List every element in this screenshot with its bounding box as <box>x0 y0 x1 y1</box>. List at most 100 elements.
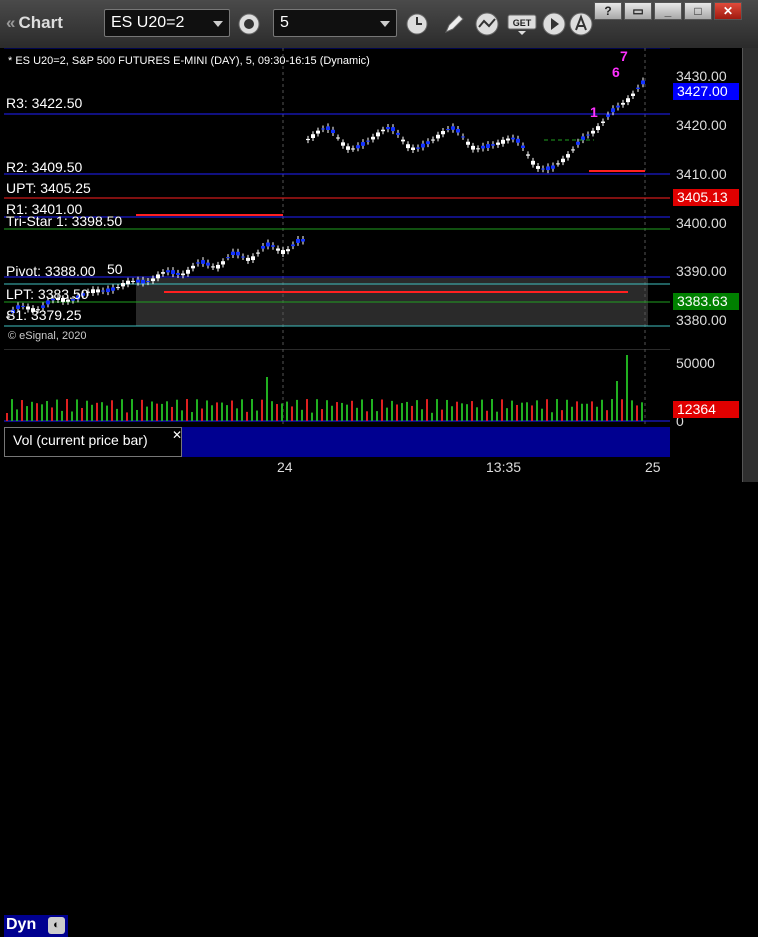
volume-bar <box>91 404 93 421</box>
volume-bar <box>116 408 118 421</box>
draw-button[interactable] <box>439 9 469 39</box>
candle-body <box>486 144 490 148</box>
volume-bar <box>191 412 193 421</box>
price-chart[interactable] <box>4 47 670 348</box>
copyright-text: © eSignal, 2020 <box>8 330 87 342</box>
volume-bar <box>331 405 333 421</box>
volume-bar <box>631 400 633 421</box>
clock-icon <box>406 13 428 35</box>
play-button[interactable] <box>539 9 569 39</box>
volume-bar <box>336 402 338 421</box>
symbol-combo[interactable]: ES U20=2 <box>104 9 230 37</box>
candle-body <box>616 105 620 108</box>
candle-body <box>361 142 365 146</box>
green-price-tag: 3383.63 <box>673 293 739 310</box>
volume-bar <box>591 401 593 421</box>
candle-body <box>256 252 260 254</box>
volume-bar <box>241 399 243 421</box>
volume-bar <box>516 404 518 421</box>
candle-body <box>481 145 485 149</box>
restore-button[interactable]: ▭ <box>624 2 652 20</box>
chart-title[interactable]: «Chart <box>6 13 63 33</box>
candle-body <box>411 147 415 150</box>
candle-body <box>326 126 330 130</box>
volume-bar <box>216 402 218 421</box>
price-tick: 3400.00 <box>676 215 727 231</box>
settings-button[interactable] <box>234 9 264 39</box>
s1-label: S1: 3379.25 <box>6 307 82 323</box>
volume-bar <box>526 402 528 421</box>
interval-combo[interactable]: 5 <box>273 9 397 37</box>
last-price-tag: 3427.00 <box>673 83 739 100</box>
volume-bar <box>626 355 628 421</box>
volume-bar <box>181 410 183 421</box>
help-button[interactable]: ? <box>594 2 622 20</box>
volume-bar <box>521 402 523 421</box>
volume-bar <box>491 399 493 421</box>
candle-body <box>126 280 130 285</box>
dyn-button[interactable]: Dyn ◐ <box>4 915 68 937</box>
volume-bar <box>6 413 8 421</box>
candle-body <box>311 134 315 138</box>
candle-body <box>306 138 310 141</box>
price-tick: 3390.00 <box>676 263 727 279</box>
price-tick: 3430.00 <box>676 68 727 84</box>
fifty-label: 50 <box>107 261 123 277</box>
time-button[interactable] <box>402 9 432 39</box>
candle-body <box>136 279 140 283</box>
volume-bar <box>351 400 353 421</box>
candle-body <box>456 129 460 133</box>
candle-body <box>271 245 275 247</box>
candle-body <box>176 272 180 275</box>
volume-bar <box>111 400 113 421</box>
chevron-down-icon[interactable] <box>380 21 390 27</box>
volume-study-header[interactable]: Vol (current price bar) <box>4 427 182 457</box>
volume-bar <box>266 377 268 421</box>
volume-bar <box>171 406 173 421</box>
price-chart-svg <box>4 47 670 348</box>
volume-bar <box>576 401 578 421</box>
volume-bar <box>356 407 358 421</box>
right-scrollbar[interactable] <box>742 48 758 482</box>
maximize-button[interactable]: □ <box>684 2 712 20</box>
volume-bar <box>436 399 438 421</box>
pencil-icon <box>445 14 464 33</box>
candle-body <box>496 142 500 145</box>
candle-body <box>291 244 295 247</box>
volume-bar <box>386 407 388 421</box>
volume-axis-top: 50000 <box>676 355 715 371</box>
candle-body <box>471 145 475 150</box>
volume-bar <box>46 400 48 421</box>
volume-bar <box>611 399 613 421</box>
volume-bar <box>441 409 443 421</box>
studies-button[interactable] <box>472 9 502 39</box>
upt-label: UPT: 3405.25 <box>6 180 91 196</box>
candle-body <box>541 168 545 170</box>
volume-bar <box>461 403 463 421</box>
close-button[interactable]: ✕ <box>714 2 742 20</box>
candle-body <box>571 149 575 151</box>
volume-bar <box>286 401 288 421</box>
volume-bar <box>166 401 168 421</box>
volume-bar <box>196 399 198 421</box>
minimize-button[interactable]: _ <box>654 2 682 20</box>
volume-bar <box>561 410 563 421</box>
volume-bar <box>486 410 488 421</box>
candle-body <box>121 283 125 287</box>
help-icon: ? <box>604 4 612 18</box>
close-study-icon[interactable]: ✕ <box>172 428 182 442</box>
volume-bar <box>41 404 43 421</box>
volume-bar <box>151 401 153 421</box>
candle-body <box>501 139 505 144</box>
candle-body <box>91 289 95 294</box>
alert-icon <box>569 12 593 36</box>
volume-bar <box>11 399 13 421</box>
candle-body <box>246 257 250 261</box>
candle-body <box>626 98 630 103</box>
volume-bar <box>261 399 263 421</box>
chevron-down-icon[interactable] <box>213 21 223 27</box>
candle-body <box>346 146 350 150</box>
alerts-button[interactable] <box>566 9 596 39</box>
candle-body <box>181 273 185 276</box>
get-button[interactable]: GET <box>505 9 539 39</box>
